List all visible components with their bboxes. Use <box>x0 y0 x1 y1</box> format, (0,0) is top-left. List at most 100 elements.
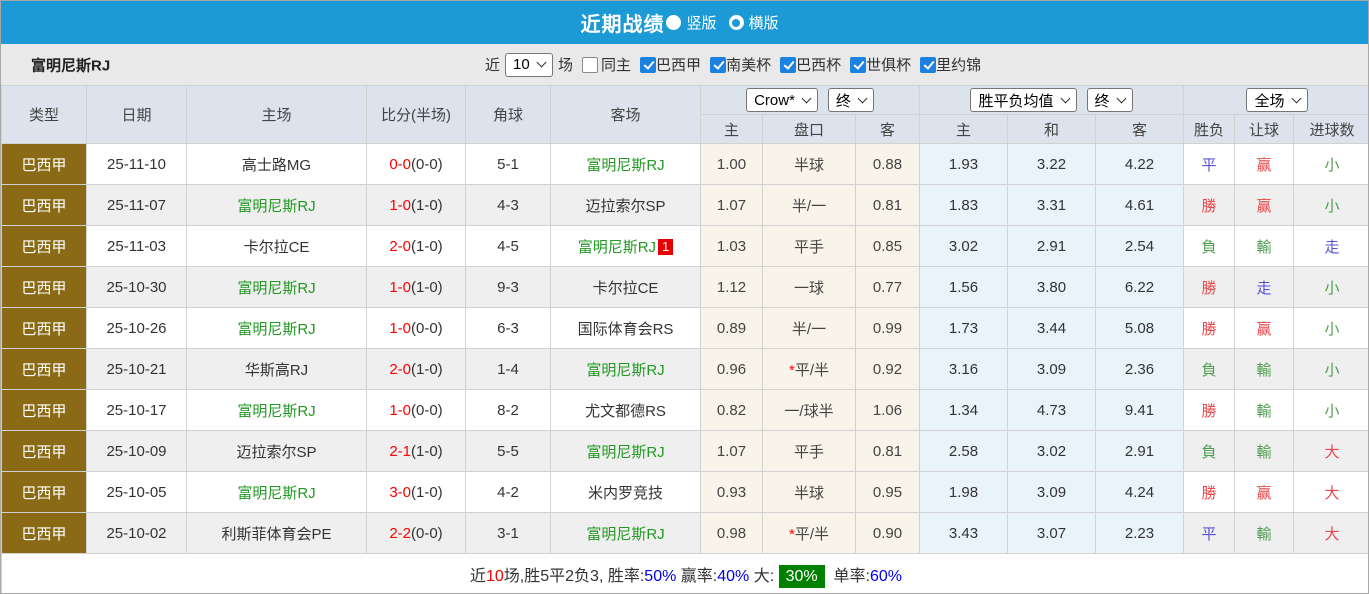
date-cell: 25-10-09 <box>86 430 187 472</box>
away-team-cell: 富明尼斯RJ <box>550 430 701 472</box>
away-team-cell: 迈拉索尔SP <box>550 184 701 226</box>
checkbox-icon[interactable] <box>780 56 797 73</box>
avg-away-cell: 9.41 <box>1095 389 1184 431</box>
vertical-layout-label[interactable]: 竖版 <box>686 12 716 33</box>
odds-away-cell: 0.85 <box>855 225 920 267</box>
result-outcome-cell: 平 <box>1183 143 1235 185</box>
corners-cell: 3-1 <box>465 512 551 554</box>
odds-away-cell: 0.77 <box>855 266 920 308</box>
result-handicap-cell: 輸 <box>1234 430 1294 472</box>
checkbox-icon[interactable] <box>582 56 599 73</box>
competition-filter-巴西甲[interactable]: 巴西甲 <box>640 54 701 75</box>
competition-filter-巴西杯[interactable]: 巴西杯 <box>780 54 841 75</box>
team-label: 富明尼斯RJ <box>586 361 665 379</box>
avg-away-cell: 4.24 <box>1095 471 1184 513</box>
team-label: 富明尼斯RJ <box>237 279 316 297</box>
team-label: 高士路MG <box>241 156 312 174</box>
avg-draw-cell: 3.09 <box>1007 471 1096 513</box>
handicap-cell: 半球 <box>762 471 856 513</box>
corners-cell: 6-3 <box>465 307 551 349</box>
match-row: 巴西甲 25-10-02 利斯菲体育会PE 2-2(0-0) 3-1 富明尼斯RJ 0.98… <box>1 512 1368 554</box>
result-label: 小 <box>1324 156 1340 174</box>
avg-select-group: 胜平负均值 终 <box>919 85 1184 115</box>
avg-home-cell: 1.98 <box>919 471 1008 513</box>
away-team-cell: 尤文都德RS <box>550 389 701 431</box>
result-label: 小 <box>1324 279 1340 297</box>
score-cell: 0-0(0-0) <box>366 143 466 185</box>
home-team-cell: 高士路MG <box>186 143 367 185</box>
recent-results-panel: 近期战绩 竖版 横版 富明尼斯RJ 近 10 场 同主 巴西甲 南美杯 巴西杯 世俱杯… <box>0 0 1369 594</box>
footer-stat: 赢率: <box>676 567 718 585</box>
league-cell: 巴西甲 <box>1 225 87 267</box>
result-handicap-cell: 輸 <box>1234 512 1294 554</box>
result-label: 大 <box>1324 443 1340 461</box>
date-cell: 25-11-03 <box>86 225 187 267</box>
result-label: 負 <box>1201 238 1217 256</box>
team-label: 富明尼斯RJ <box>237 484 316 502</box>
vertical-layout-radio[interactable] <box>666 15 682 30</box>
horizontal-layout-label[interactable]: 横版 <box>749 12 779 33</box>
odds-away-cell: 0.81 <box>855 184 920 226</box>
corners-cell: 4-2 <box>465 471 551 513</box>
checkbox-icon[interactable] <box>710 56 727 73</box>
avg-odds-select[interactable]: 胜平负均值 <box>970 88 1077 112</box>
odds-home-cell: 0.89 <box>700 307 763 349</box>
competition-filters: 巴西甲 南美杯 巴西杯 世俱杯 里约锦 <box>631 54 981 75</box>
footer-stat: 胜率: <box>607 567 645 585</box>
home-team-cell: 富明尼斯RJ <box>186 307 367 349</box>
checkbox-icon[interactable] <box>850 56 867 73</box>
score-cell: 1-0(1-0) <box>366 266 466 308</box>
col-header-odds-handicap: 盘口 <box>762 114 856 144</box>
competition-filter-世俱杯[interactable]: 世俱杯 <box>850 54 911 75</box>
result-handicap-cell: 走 <box>1234 266 1294 308</box>
scope-select[interactable]: 全场 <box>1246 88 1308 112</box>
odds-time-select-1[interactable]: 终 <box>827 88 874 112</box>
result-goals-cell: 走 <box>1293 225 1368 267</box>
red-card-badge: 1 <box>658 238 674 255</box>
competition-filter-里约锦[interactable]: 里约锦 <box>920 54 981 75</box>
result-outcome-cell: 勝 <box>1183 471 1235 513</box>
odds-away-cell: 0.95 <box>855 471 920 513</box>
date-cell: 25-10-05 <box>86 471 187 513</box>
col-header-type: 类型 <box>1 85 87 144</box>
odds-time-select-2[interactable]: 终 <box>1086 88 1133 112</box>
odds-home-cell: 1.12 <box>700 266 763 308</box>
league-cell: 巴西甲 <box>1 430 87 472</box>
corners-cell: 4-3 <box>465 184 551 226</box>
recent-matches-table: 类型 日期 主场 比分(半场) 角球 客场 Crow* 终 胜平负均值 终 全场… <box>1 85 1368 593</box>
table-header-row-1: 类型 日期 主场 比分(半场) 角球 客场 Crow* 终 胜平负均值 终 全场 <box>1 85 1368 144</box>
avg-home-cell: 1.83 <box>919 184 1008 226</box>
league-cell: 巴西甲 <box>1 184 87 226</box>
result-goals-cell: 大 <box>1293 471 1368 513</box>
avg-away-cell: 6.22 <box>1095 266 1184 308</box>
corners-cell: 1-4 <box>465 348 551 390</box>
home-team-cell: 卡尔拉CE <box>186 225 367 267</box>
date-cell: 25-10-02 <box>86 512 187 554</box>
match-row: 巴西甲 25-10-21 华斯高RJ 2-0(1-0) 1-4 富明尼斯RJ 0.96 *平/… <box>1 348 1368 390</box>
checkbox-icon[interactable] <box>640 56 657 73</box>
checkbox-icon[interactable] <box>920 56 937 73</box>
avg-home-cell: 3.43 <box>919 512 1008 554</box>
footer-stat: 30% <box>778 564 825 588</box>
team-label: 国际体育会RS <box>577 320 674 338</box>
fulltime-score: 3-0 <box>389 483 411 501</box>
team-name: 富明尼斯RJ <box>31 57 111 74</box>
recent-count-select[interactable]: 10 <box>505 52 554 77</box>
odds-home-cell: 0.98 <box>700 512 763 554</box>
avg-away-cell: 4.22 <box>1095 143 1184 185</box>
odds-away-cell: 1.06 <box>855 389 920 431</box>
recent-label: 近 <box>485 57 501 74</box>
avg-draw-cell: 3.22 <box>1007 143 1096 185</box>
handicap-cell: 平手 <box>762 430 856 472</box>
competition-filter-南美杯[interactable]: 南美杯 <box>710 54 771 75</box>
result-label: 赢 <box>1256 156 1272 174</box>
league-cell: 巴西甲 <box>1 266 87 308</box>
horizontal-layout-radio[interactable] <box>728 15 744 30</box>
result-goals-cell: 小 <box>1293 143 1368 185</box>
team-label: 富明尼斯RJ <box>237 320 316 338</box>
footer-stat: 10 <box>486 567 504 585</box>
same-home-filter[interactable]: 同主 <box>582 54 631 75</box>
odds-company-select[interactable]: Crow* <box>746 88 818 112</box>
avg-draw-cell: 2.91 <box>1007 225 1096 267</box>
home-team-cell: 富明尼斯RJ <box>186 184 367 226</box>
